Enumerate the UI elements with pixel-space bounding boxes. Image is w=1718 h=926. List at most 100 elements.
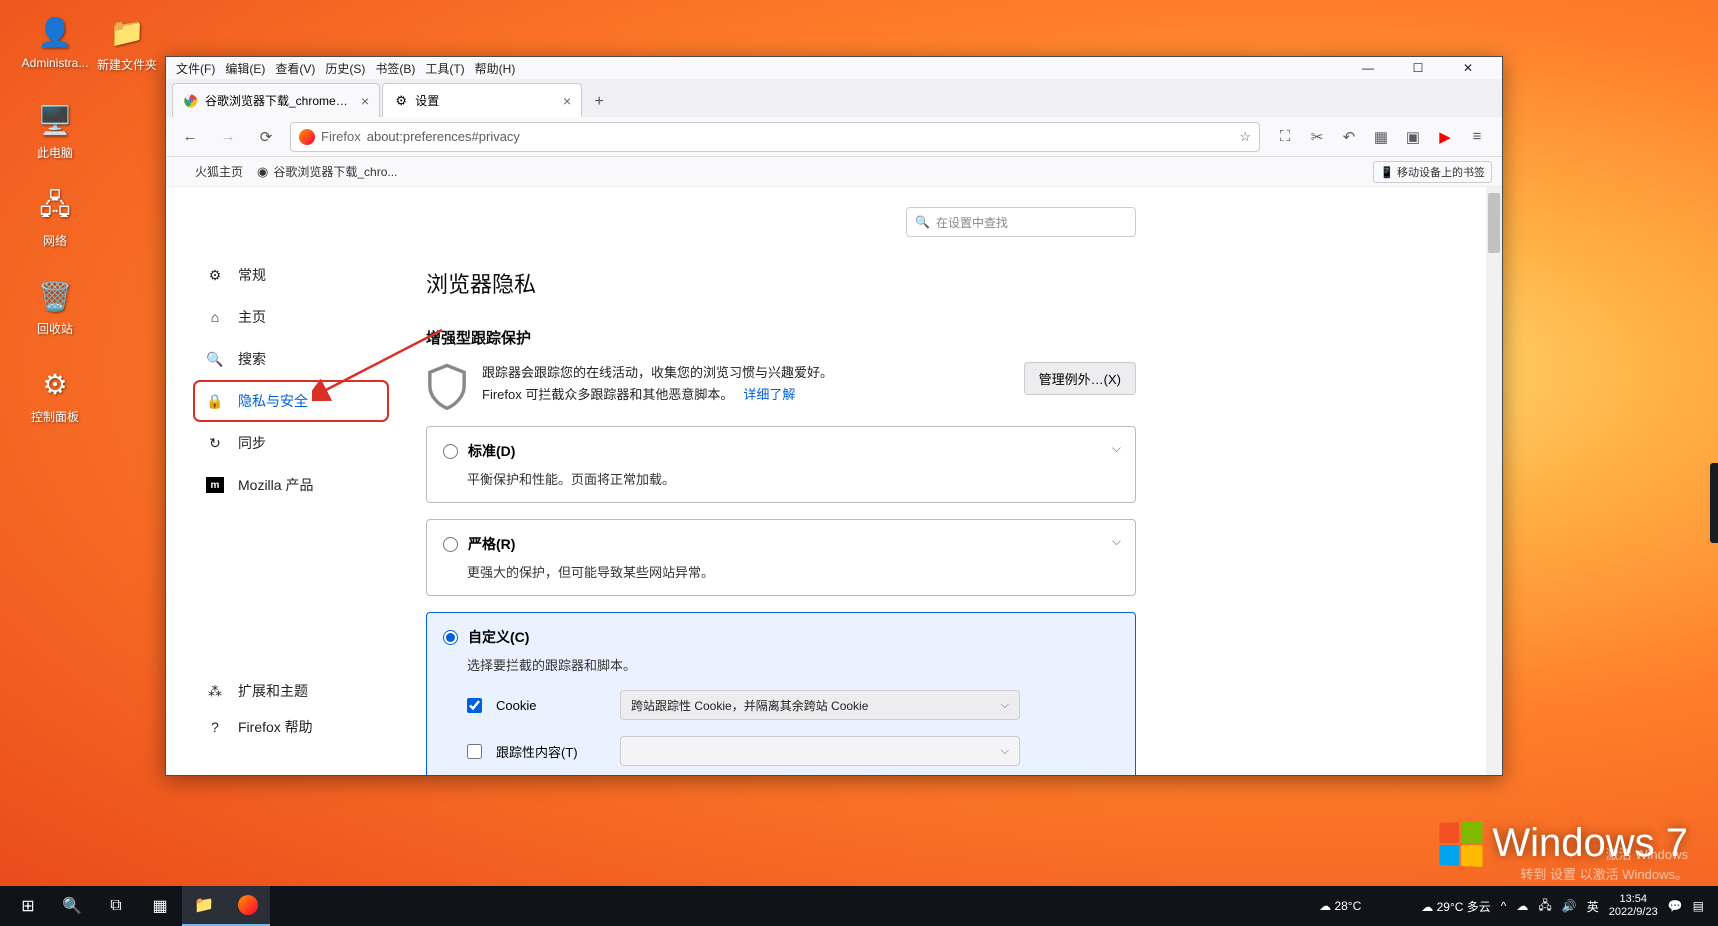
reload-button[interactable]: ⟳ (252, 123, 280, 151)
star-icon[interactable]: ☆ (1239, 129, 1251, 145)
tray-onedrive-icon[interactable]: ☁ (1516, 899, 1528, 913)
start-button[interactable]: ⊞ (6, 886, 50, 926)
option-desc: 平衡保护和性能。页面将正常加载。 (467, 469, 1119, 488)
mobile-bookmarks-button[interactable]: 📱 移动设备上的书签 (1373, 161, 1492, 183)
manage-exceptions-button[interactable]: 管理例外…(X) (1024, 362, 1136, 395)
tracking-option-strict[interactable]: 严格(R) 更强大的保护，但可能导致某些网站异常。 ⌵ (426, 519, 1136, 596)
menu-tools[interactable]: 工具(T) (425, 60, 464, 77)
menu-history[interactable]: 历史(S) (325, 60, 365, 77)
taskbar-taskview[interactable]: ⧉ (94, 886, 138, 926)
menu-icon[interactable]: ≡ (1468, 128, 1486, 146)
menu-help[interactable]: 帮助(H) (475, 60, 516, 77)
option-desc: 选择要拦截的跟踪器和脚本。 (467, 655, 1119, 674)
search-icon: 🔍 (915, 215, 930, 229)
radio-custom[interactable] (443, 630, 458, 645)
bookmarks-bar: 火狐主页 ◉谷歌浏览器下载_chro... 📱 移动设备上的书签 (166, 157, 1502, 187)
sidebar-item-mozilla[interactable]: mMozilla 产品 (196, 467, 386, 503)
crop-icon[interactable]: ✂ (1308, 128, 1326, 146)
activation-watermark: 激活 Windows 转到 设置 以激活 Windows。 (1520, 845, 1688, 884)
bookmark-chrome[interactable]: ◉谷歌浏览器下载_chro... (257, 163, 397, 180)
menu-file[interactable]: 文件(F) (176, 60, 215, 77)
tray-network-icon[interactable]: 🖧 (1538, 896, 1551, 917)
desktop-icon-admin[interactable]: 👤Administra... (20, 12, 90, 70)
tray-ime[interactable]: 英 (1587, 898, 1599, 915)
tab-close-icon[interactable]: × (563, 93, 571, 109)
puzzle-icon: ⁂ (206, 682, 224, 700)
trash-icon: 🗑️ (35, 276, 75, 316)
settings-search-input[interactable]: 🔍 在设置中查找 (906, 207, 1136, 237)
menubar: 文件(F) 编辑(E) 查看(V) 历史(S) 书签(B) 工具(T) 帮助(H… (166, 57, 1502, 79)
menu-view[interactable]: 查看(V) (275, 60, 315, 77)
sidebar-item-search[interactable]: 🔍搜索 (196, 341, 386, 377)
taskbar-apps[interactable]: ▦ (138, 886, 182, 926)
tracking-option-standard[interactable]: 标准(D) 平衡保护和性能。页面将正常加载。 ⌵ (426, 426, 1136, 503)
tray-chevron-icon[interactable]: ^ (1501, 899, 1507, 913)
qr-icon[interactable]: ▣ (1404, 128, 1422, 146)
tracking-content-dropdown[interactable]: ⌵ (620, 736, 1020, 766)
scrollbar[interactable] (1486, 187, 1502, 775)
minimize-button[interactable]: — (1352, 59, 1384, 77)
close-button[interactable]: ✕ (1452, 59, 1484, 77)
mobile-bookmarks-label: 移动设备上的书签 (1397, 167, 1485, 179)
cookie-dropdown[interactable]: 跨站跟踪性 Cookie，并隔离其余跨站 Cookie⌵ (620, 690, 1020, 720)
taskbar-explorer[interactable]: 📁 (182, 886, 226, 926)
section-title: 增强型跟踪保护 (426, 327, 1136, 348)
checkbox-cookie[interactable] (467, 698, 482, 713)
desktop-icon-label: 回收站 (20, 320, 90, 337)
apps-icon[interactable]: ▦ (1372, 128, 1390, 146)
radio-standard[interactable] (443, 444, 458, 459)
tab-settings[interactable]: ⚙ 设置 × (382, 83, 582, 117)
settings-sidebar: ⚙常规 ⌂主页 🔍搜索 🔒隐私与安全 ↻同步 mMozilla 产品 ⁂扩展和主… (166, 187, 386, 775)
url-bar[interactable]: Firefox about:preferences#privacy ☆ (290, 122, 1260, 152)
tab-label: 谷歌浏览器下载_chrome浏览器 (205, 92, 355, 109)
tab-chrome-download[interactable]: 谷歌浏览器下载_chrome浏览器 × (172, 83, 380, 117)
desktop-icon-trash[interactable]: 🗑️ 回收站 (20, 276, 90, 337)
undo-icon[interactable]: ↶ (1340, 128, 1358, 146)
scroll-thumb[interactable] (1488, 193, 1500, 253)
sidebar-item-privacy[interactable]: 🔒隐私与安全 (196, 383, 386, 419)
desktop-icon-pc[interactable]: 🖥️此电脑 (20, 100, 90, 161)
firefox-icon (299, 129, 315, 145)
sidebar-item-sync[interactable]: ↻同步 (196, 425, 386, 461)
maximize-button[interactable]: ☐ (1402, 59, 1434, 77)
settings-main: 🔍在设置中查找 浏览器隐私 增强型跟踪保护 跟踪器会跟踪您的在线活动，收集您的浏… (386, 187, 1166, 775)
tab-close-icon[interactable]: × (361, 93, 369, 109)
folder-icon: 📁 (107, 12, 147, 52)
new-tab-button[interactable]: + (584, 87, 614, 117)
screenshot-icon[interactable]: ⛶ (1276, 128, 1294, 146)
forward-button[interactable]: → (214, 123, 242, 151)
desktop-icon-network[interactable]: 🖧网络 (20, 188, 90, 249)
learn-more-link[interactable]: 详细了解 (743, 387, 795, 402)
chrome-icon: ◉ (257, 164, 268, 180)
tray-action-center-icon[interactable]: ▤ (1693, 899, 1704, 913)
desktop-icon-folder[interactable]: 📁新建文件夹 (92, 12, 162, 73)
taskbar-firefox[interactable] (226, 886, 270, 926)
taskbar-search[interactable]: 🔍 (50, 886, 94, 926)
tracking-desc-1: 跟踪器会跟踪您的在线活动，收集您的浏览习惯与兴趣爱好。 (482, 362, 1010, 384)
bookmark-firefox-home[interactable]: 火狐主页 (176, 163, 243, 180)
radio-strict[interactable] (443, 537, 458, 552)
tray-volume-icon[interactable]: 🔊 (1562, 899, 1577, 913)
weather-widget-right[interactable]: ☁ 29°C 多云 (1421, 898, 1491, 915)
desktop-icon-control[interactable]: ⚙控制面板 (20, 364, 90, 425)
sidebar-item-help[interactable]: ?Firefox 帮助 (196, 709, 386, 745)
mozilla-icon: m (206, 477, 224, 493)
menu-edit[interactable]: 编辑(E) (225, 60, 265, 77)
taskbar: ⊞ 🔍 ⧉ ▦ 📁 ☁ 28°C ☁ 29°C 多云 ^ ☁ 🖧 🔊 英 13:… (0, 886, 1718, 926)
menu-bookmarks[interactable]: 书签(B) (375, 60, 415, 77)
search-placeholder: 在设置中查找 (936, 214, 1008, 231)
sidebar-item-extensions[interactable]: ⁂扩展和主题 (196, 673, 386, 709)
sidebar-item-home[interactable]: ⌂主页 (196, 299, 386, 335)
weather-widget-left[interactable]: ☁ 28°C (1319, 899, 1361, 913)
desktop-icon-label: 网络 (20, 232, 90, 249)
sidebar-item-general[interactable]: ⚙常规 (196, 257, 386, 293)
sidebar-item-label: Firefox 帮助 (238, 717, 313, 737)
back-button[interactable]: ← (176, 123, 204, 151)
tray-notifications-icon[interactable]: 💬 (1668, 899, 1683, 913)
tracking-option-custom[interactable]: 自定义(C) 选择要拦截的跟踪器和脚本。 Cookie 跨站跟踪性 Cookie… (426, 612, 1136, 775)
checkbox-tracking-content[interactable] (467, 744, 482, 759)
url-text: about:preferences#privacy (367, 129, 520, 144)
desktop-sidebar-handle[interactable] (1710, 463, 1718, 543)
tray-clock[interactable]: 13:542022/9/23 (1609, 893, 1658, 919)
youtube-icon[interactable]: ▶ (1436, 128, 1454, 146)
